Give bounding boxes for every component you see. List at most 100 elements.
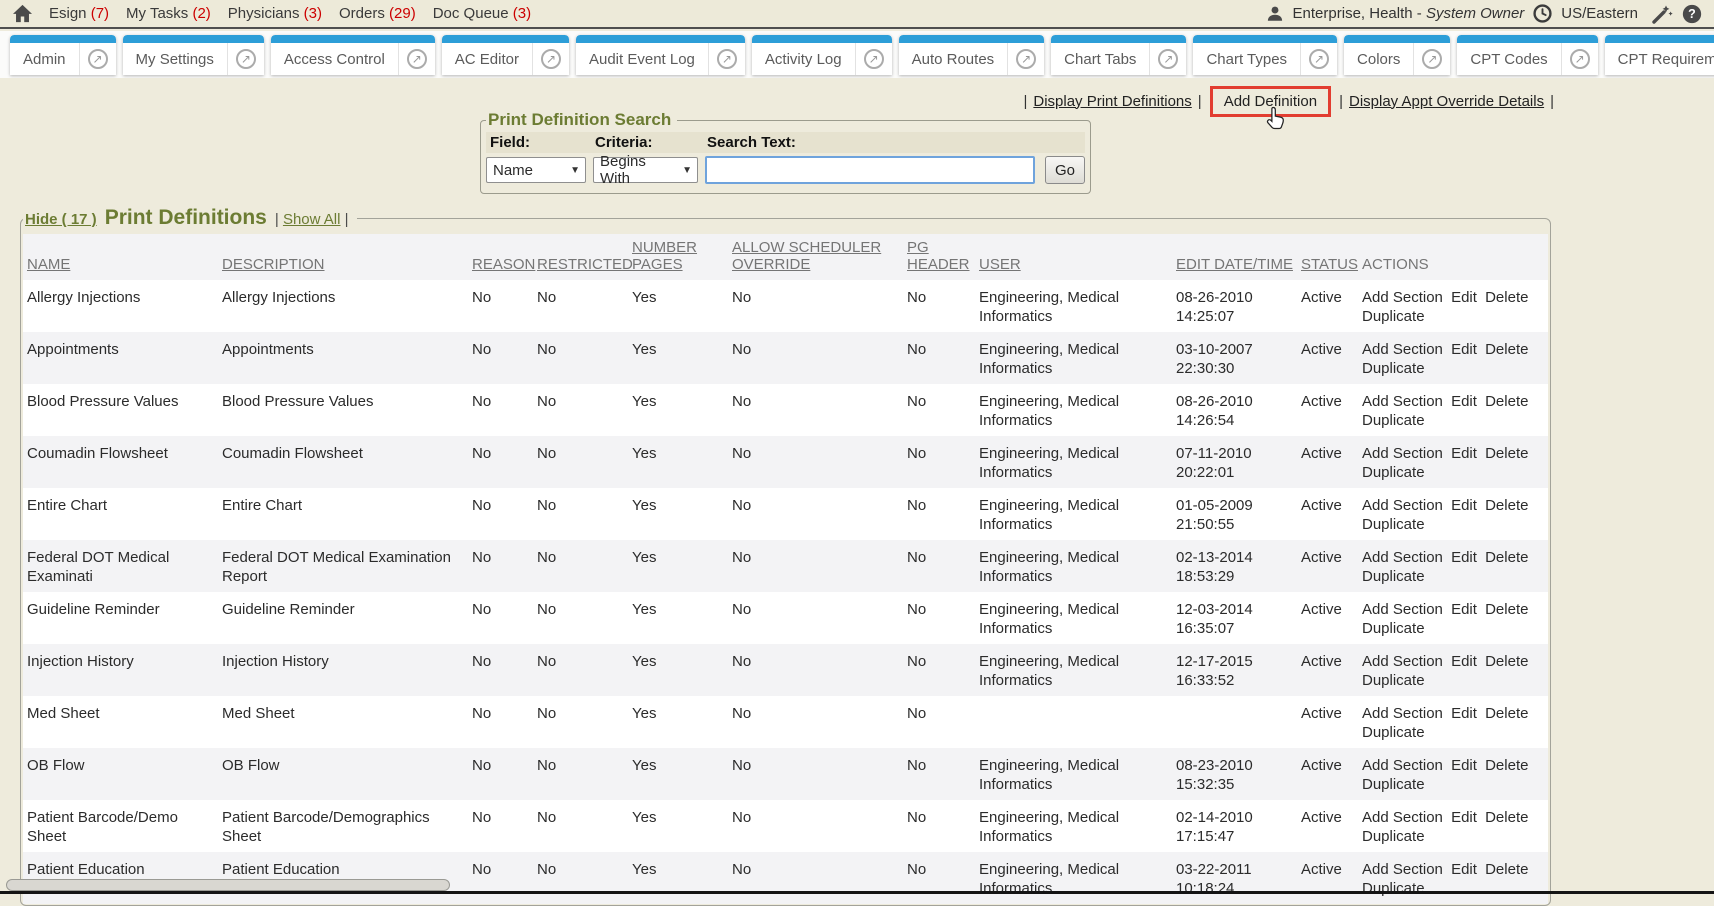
row-action-delete[interactable]: Delete [1485, 497, 1528, 514]
tab-popout-target[interactable]: ↗ [1301, 49, 1337, 69]
row-action-edit[interactable]: Edit [1451, 861, 1477, 878]
row-action-edit[interactable]: Edit [1451, 653, 1477, 670]
topbar-nav-esign[interactable]: Esign (7) [49, 5, 109, 22]
row-action-duplicate[interactable]: Duplicate [1362, 360, 1425, 377]
tab-chart-types[interactable]: Chart Types↗ [1193, 35, 1337, 75]
tab-popout-target[interactable]: ↗ [856, 49, 892, 69]
row-action-edit[interactable]: Edit [1451, 341, 1477, 358]
tab-popout-target[interactable]: ↗ [1008, 49, 1044, 69]
search-text-input[interactable] [705, 156, 1035, 184]
row-action-add-section[interactable]: Add Section [1362, 601, 1443, 618]
row-action-add-section[interactable]: Add Section [1362, 757, 1443, 774]
tab-admin[interactable]: Admin↗ [10, 35, 116, 75]
field-select[interactable]: Name ▼ [486, 157, 586, 183]
row-action-add-section[interactable]: Add Section [1362, 341, 1443, 358]
tab-activity-log[interactable]: Activity Log↗ [752, 35, 892, 75]
display-appt-override-link[interactable]: Display Appt Override Details [1349, 93, 1544, 110]
column-header-description[interactable]: DESCRIPTION [218, 234, 468, 280]
column-header-name[interactable]: NAME [23, 234, 218, 280]
row-action-delete[interactable]: Delete [1485, 445, 1528, 462]
show-all-link[interactable]: Show All [283, 211, 341, 228]
tab-popout-target[interactable]: ↗ [228, 49, 264, 69]
row-action-delete[interactable]: Delete [1485, 705, 1528, 722]
tab-popout-target[interactable]: ↗ [533, 49, 569, 69]
row-action-delete[interactable]: Delete [1485, 601, 1528, 618]
row-action-edit[interactable]: Edit [1451, 497, 1477, 514]
row-action-edit[interactable]: Edit [1451, 549, 1477, 566]
topbar-nav-physicians[interactable]: Physicians (3) [228, 5, 322, 22]
tab-popout-target[interactable]: ↗ [399, 49, 435, 69]
column-header-status[interactable]: STATUS [1297, 234, 1358, 280]
row-action-duplicate[interactable]: Duplicate [1362, 724, 1425, 741]
column-header-allow-scheduler-override[interactable]: ALLOW SCHEDULER OVERRIDE [728, 234, 903, 280]
column-header-number-pages[interactable]: NUMBER PAGES [628, 234, 728, 280]
horizontal-scrollbar-thumb[interactable] [6, 879, 450, 891]
topbar-nav-my-tasks[interactable]: My Tasks (2) [126, 5, 211, 22]
column-header-user[interactable]: USER [975, 234, 1172, 280]
row-action-edit[interactable]: Edit [1451, 445, 1477, 462]
row-action-delete[interactable]: Delete [1485, 549, 1528, 566]
tab-popout-target[interactable]: ↗ [1414, 49, 1450, 69]
row-action-duplicate[interactable]: Duplicate [1362, 880, 1425, 897]
row-action-add-section[interactable]: Add Section [1362, 445, 1443, 462]
go-button[interactable]: Go [1045, 156, 1085, 184]
open-in-new-icon[interactable]: ↗ [1422, 49, 1442, 69]
help-icon[interactable]: ? [1682, 4, 1702, 24]
topbar-nav-doc-queue[interactable]: Doc Queue (3) [433, 5, 531, 22]
row-action-delete[interactable]: Delete [1485, 289, 1528, 306]
row-action-duplicate[interactable]: Duplicate [1362, 412, 1425, 429]
tab-popout-target[interactable]: ↗ [1562, 49, 1598, 69]
row-action-add-section[interactable]: Add Section [1362, 393, 1443, 410]
tab-colors[interactable]: Colors↗ [1344, 35, 1450, 75]
tab-popout-target[interactable]: ↗ [80, 49, 116, 69]
row-action-edit[interactable]: Edit [1451, 393, 1477, 410]
row-action-duplicate[interactable]: Duplicate [1362, 464, 1425, 481]
home-icon[interactable] [12, 4, 33, 23]
row-action-edit[interactable]: Edit [1451, 757, 1477, 774]
row-action-delete[interactable]: Delete [1485, 861, 1528, 878]
row-action-duplicate[interactable]: Duplicate [1362, 516, 1425, 533]
row-action-edit[interactable]: Edit [1451, 601, 1477, 618]
open-in-new-icon[interactable]: ↗ [717, 49, 737, 69]
open-in-new-icon[interactable]: ↗ [541, 49, 561, 69]
row-action-delete[interactable]: Delete [1485, 653, 1528, 670]
row-action-add-section[interactable]: Add Section [1362, 549, 1443, 566]
row-action-duplicate[interactable]: Duplicate [1362, 620, 1425, 637]
tab-cpt-codes[interactable]: CPT Codes↗ [1457, 35, 1597, 75]
row-action-add-section[interactable]: Add Section [1362, 809, 1443, 826]
open-in-new-icon[interactable]: ↗ [1158, 49, 1178, 69]
row-action-delete[interactable]: Delete [1485, 393, 1528, 410]
open-in-new-icon[interactable]: ↗ [236, 49, 256, 69]
row-action-duplicate[interactable]: Duplicate [1362, 828, 1425, 845]
column-header-restricted[interactable]: RESTRICTED [533, 234, 628, 280]
tab-audit-event-log[interactable]: Audit Event Log↗ [576, 35, 745, 75]
row-action-edit[interactable]: Edit [1451, 705, 1477, 722]
row-action-add-section[interactable]: Add Section [1362, 497, 1443, 514]
column-header-edit-date-time[interactable]: EDIT DATE/TIME [1172, 234, 1297, 280]
row-action-add-section[interactable]: Add Section [1362, 705, 1443, 722]
topbar-nav-orders[interactable]: Orders (29) [339, 5, 416, 22]
open-in-new-icon[interactable]: ↗ [407, 49, 427, 69]
open-in-new-icon[interactable]: ↗ [88, 49, 108, 69]
row-action-edit[interactable]: Edit [1451, 289, 1477, 306]
row-action-add-section[interactable]: Add Section [1362, 289, 1443, 306]
tab-popout-target[interactable]: ↗ [1150, 49, 1186, 69]
tab-auto-routes[interactable]: Auto Routes↗ [899, 35, 1045, 75]
row-action-delete[interactable]: Delete [1485, 757, 1528, 774]
open-in-new-icon[interactable]: ↗ [1309, 49, 1329, 69]
row-action-duplicate[interactable]: Duplicate [1362, 308, 1425, 325]
row-action-edit[interactable]: Edit [1451, 809, 1477, 826]
tab-cpt-requirements[interactable]: CPT Requirements↗ [1605, 35, 1714, 75]
open-in-new-icon[interactable]: ↗ [1016, 49, 1036, 69]
row-action-add-section[interactable]: Add Section [1362, 653, 1443, 670]
row-action-delete[interactable]: Delete [1485, 809, 1528, 826]
row-action-duplicate[interactable]: Duplicate [1362, 776, 1425, 793]
row-action-delete[interactable]: Delete [1485, 341, 1528, 358]
magic-wand-icon[interactable] [1651, 4, 1673, 24]
row-action-duplicate[interactable]: Duplicate [1362, 568, 1425, 585]
open-in-new-icon[interactable]: ↗ [864, 49, 884, 69]
tab-access-control[interactable]: Access Control↗ [271, 35, 435, 75]
hide-link[interactable]: Hide ( 17 ) [25, 211, 97, 228]
tab-chart-tabs[interactable]: Chart Tabs↗ [1051, 35, 1186, 75]
row-action-add-section[interactable]: Add Section [1362, 861, 1443, 878]
